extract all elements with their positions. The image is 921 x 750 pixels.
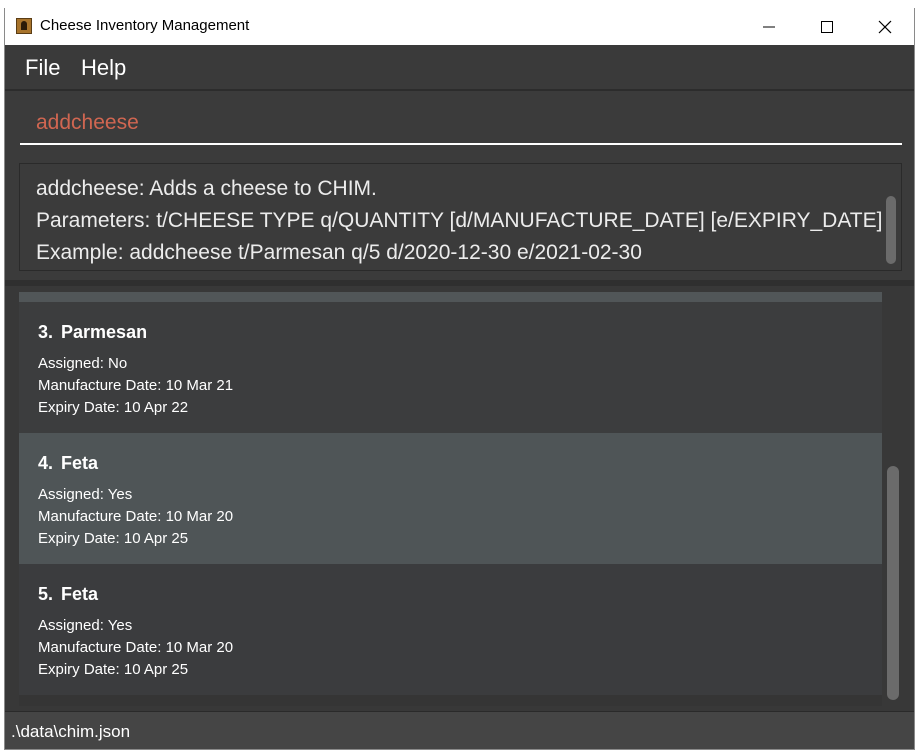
minimize-button[interactable] xyxy=(740,8,798,45)
window-title: Cheese Inventory Management xyxy=(40,17,250,34)
maximize-button[interactable] xyxy=(798,8,856,45)
app-icon xyxy=(16,18,32,34)
cheese-card-selected[interactable]: 4. Feta Assigned: Yes Manufacture Date: 1… xyxy=(19,433,882,564)
cheese-expiry-date: Expiry Date: 10 Apr 25 xyxy=(38,530,189,547)
close-button[interactable] xyxy=(856,8,914,45)
result-line: addcheese: Adds a cheese to CHIM. xyxy=(36,177,377,200)
cheese-card[interactable]: 5. Feta Assigned: Yes Manufacture Date: 1… xyxy=(19,564,882,695)
cheese-title: 4. Feta xyxy=(38,453,98,474)
cheese-list: 3. Parmesan Assigned: No Manufacture Date… xyxy=(19,292,882,706)
cheese-assigned: Assigned: Yes xyxy=(38,617,133,634)
cheese-title: 5. Feta xyxy=(38,584,98,605)
cheese-name: Feta xyxy=(61,453,99,473)
cheese-list-panel: 3. Parmesan Assigned: No Manufacture Date… xyxy=(5,286,914,711)
menu-file[interactable]: File xyxy=(25,55,60,81)
cheese-expiry-date: Expiry Date: 10 Apr 25 xyxy=(38,661,189,678)
cheese-card[interactable]: 3. Parmesan Assigned: No Manufacture Date… xyxy=(19,302,882,433)
cheese-index: 3. xyxy=(38,322,54,342)
maximize-icon xyxy=(821,20,833,33)
cheese-name: Feta xyxy=(61,584,99,604)
result-scrollbar[interactable] xyxy=(886,196,896,264)
cheese-name: Parmesan xyxy=(61,322,148,342)
minimize-icon xyxy=(763,26,775,27)
list-scrollbar[interactable] xyxy=(887,466,899,700)
result-line: Example: addcheese t/Parmesan q/5 d/2020… xyxy=(36,241,642,264)
cheese-title: 3. Parmesan xyxy=(38,322,147,343)
cheese-manufacture-date: Manufacture Date: 10 Mar 20 xyxy=(38,639,234,656)
app-window: Cheese Inventory Management File Help ad… xyxy=(4,8,915,750)
cheese-index: 5. xyxy=(38,584,54,604)
cheese-assigned: Assigned: Yes xyxy=(38,486,133,503)
cheese-index: 4. xyxy=(38,453,54,473)
menu-bar: File Help xyxy=(5,45,914,89)
command-input[interactable] xyxy=(20,103,902,145)
cheese-expiry-date: Expiry Date: 10 Apr 22 xyxy=(38,399,189,416)
save-file-path: .\data\chim.json xyxy=(11,722,131,741)
close-icon xyxy=(878,20,892,33)
cheese-manufacture-date: Manufacture Date: 10 Mar 21 xyxy=(38,377,234,394)
result-line: Parameters: t/CHEESE TYPE q/QUANTITY [d/… xyxy=(36,209,883,232)
command-box xyxy=(5,91,914,155)
status-bar: .\data\chim.json xyxy=(5,711,914,749)
title-bar[interactable]: Cheese Inventory Management xyxy=(5,8,914,45)
menu-help[interactable]: Help xyxy=(81,55,126,81)
cheese-assigned: Assigned: No xyxy=(38,355,128,372)
list-item[interactable] xyxy=(19,292,882,302)
cheese-manufacture-date: Manufacture Date: 10 Mar 20 xyxy=(38,508,234,525)
result-display[interactable]: addcheese: Adds a cheese to CHIM. Parame… xyxy=(19,163,902,271)
